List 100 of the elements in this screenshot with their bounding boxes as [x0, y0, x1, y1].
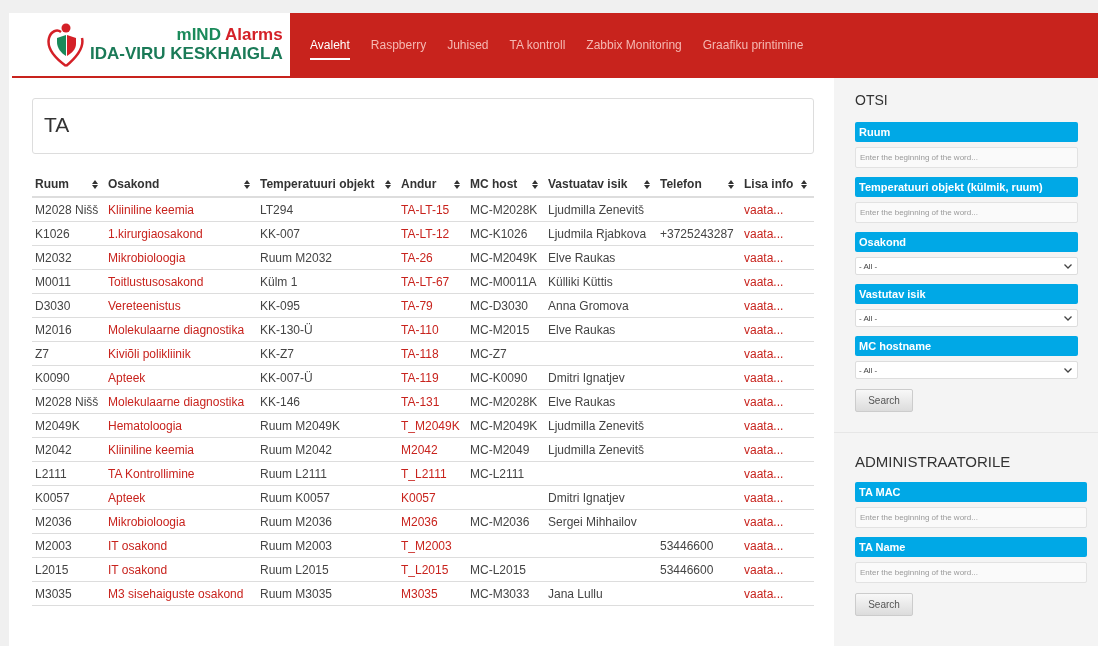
column-header[interactable]: Lisa info [741, 172, 814, 197]
column-header[interactable]: Telefon [657, 172, 741, 197]
table-link[interactable]: M3035 [401, 586, 438, 601]
table-link[interactable]: Kliiniline keemia [108, 202, 195, 217]
table-cell: Ruum L2111 [260, 466, 327, 481]
table-cell: K0090 [35, 370, 70, 385]
table-link[interactable]: Molekulaarne diagnostika [108, 322, 245, 337]
table-link[interactable]: T_M2049K [401, 418, 460, 433]
nav-link[interactable]: Juhised [447, 31, 489, 60]
table-link[interactable]: vaata... [744, 298, 784, 313]
table-link[interactable]: vaata... [744, 322, 784, 337]
table-link[interactable]: vaata... [744, 418, 784, 433]
table-link[interactable]: TA-131 [401, 394, 440, 409]
table-link[interactable]: vaata... [744, 586, 784, 601]
column-header[interactable]: Vastuatav isik [545, 172, 657, 197]
table-link[interactable]: TA-LT-12 [401, 226, 450, 241]
table-cell: MC-L2015 [470, 562, 527, 577]
table-link[interactable]: vaata... [744, 490, 784, 505]
table-cell: Ljudmila Rjabkova [548, 226, 647, 241]
table-cell: M2016 [35, 322, 72, 337]
table-link[interactable]: M2042 [401, 442, 438, 457]
column-header[interactable]: Andur [398, 172, 467, 197]
table-link[interactable]: K0057 [401, 490, 436, 505]
nav-link[interactable]: Avaleht [310, 31, 350, 60]
table-link[interactable]: vaata... [744, 466, 784, 481]
table-cell: +3725243287 [660, 226, 734, 241]
table-cell: Ljudmilla Zenevitš [548, 418, 645, 433]
table-link[interactable]: Mikrobioloogia [108, 250, 186, 265]
table-cell: MC-M2028K [470, 394, 538, 409]
table-link[interactable]: vaata... [744, 442, 784, 457]
table-cell: Ruum M3035 [260, 586, 333, 601]
table-link[interactable]: IT osakond [108, 562, 168, 577]
table-link[interactable]: vaata... [744, 538, 784, 553]
table-link[interactable]: TA-LT-15 [401, 202, 450, 217]
table-cell: M2028 Nišš [35, 394, 99, 409]
table-link[interactable]: vaata... [744, 514, 784, 529]
table-link[interactable]: vaata... [744, 394, 784, 409]
table-link[interactable]: Apteek [108, 370, 146, 385]
table-cell: Elve Raukas [548, 322, 616, 337]
select-dropdown[interactable]: - All - [855, 257, 1078, 275]
table-cell: MC-M0011A [470, 274, 537, 289]
table-link[interactable]: TA-119 [401, 370, 439, 385]
table-link[interactable]: Toitlustusosakond [108, 274, 204, 289]
column-header[interactable]: Osakond [105, 172, 257, 197]
column-header[interactable]: MC host [467, 172, 545, 197]
table-cell: KK-130-Ü [260, 322, 313, 337]
table-link[interactable]: TA-26 [401, 250, 433, 265]
table-link[interactable]: Kliiniline keemia [108, 442, 195, 457]
table-link[interactable]: T_L2111 [401, 466, 447, 481]
table-link[interactable]: TA-118 [401, 346, 439, 361]
search-button[interactable]: Search [855, 389, 913, 412]
table-cell: Ruum M2003 [260, 538, 333, 553]
table-link[interactable]: vaata... [744, 346, 784, 361]
table-link[interactable]: Mikrobioloogia [108, 514, 186, 529]
table-link[interactable]: vaata... [744, 250, 784, 265]
input-field[interactable]: Enter the beginning of the word... [855, 507, 1087, 528]
nav-link[interactable]: Graafiku printimine [702, 31, 804, 60]
column-header[interactable]: Temperatuuri objekt [257, 172, 398, 197]
table-cell: MC-L2111 [470, 466, 525, 481]
table-link[interactable]: M3 sisehaiguste osakond [108, 586, 244, 601]
table-link[interactable]: Hematoloogia [108, 418, 183, 433]
table-link[interactable]: T_L2015 [401, 562, 449, 577]
nav-link[interactable]: Zabbix Monitoring [586, 31, 682, 60]
nav-link[interactable]: TA kontroll [509, 31, 566, 60]
search-button[interactable]: Search [855, 593, 913, 616]
table-cell: Elve Raukas [548, 394, 616, 409]
table-link[interactable]: 1.kirurgiaosakond [108, 226, 203, 241]
table-link[interactable]: TA-LT-67 [401, 274, 450, 289]
table-cell: L2015 [35, 562, 69, 577]
table-link[interactable]: M2036 [401, 514, 438, 529]
input-field[interactable]: Enter the beginning of the word... [855, 147, 1078, 168]
select-dropdown[interactable]: - All - [855, 309, 1078, 327]
select-dropdown[interactable]: - All - [855, 361, 1078, 379]
table-link[interactable]: TA-79 [401, 298, 433, 313]
column-header[interactable]: Ruum [32, 172, 105, 197]
table-cell: MC-M2015 [470, 322, 530, 337]
table-link[interactable]: TA Kontrollimine [108, 466, 195, 481]
table-link[interactable]: vaata... [744, 202, 784, 217]
table-cell: M2003 [35, 538, 72, 553]
chevron-icon [1064, 263, 1072, 269]
table-link[interactable]: IT osakond [108, 538, 168, 553]
table-cell: Külliki Küttis [548, 274, 613, 289]
field-label: MC hostname [855, 336, 1078, 356]
sort-icon [801, 179, 807, 189]
table-link[interactable]: Kiviõli polikliinik [108, 346, 191, 361]
table-cell: Ruum K0057 [260, 490, 331, 505]
table-cell: Jana Lullu [548, 586, 603, 601]
sort-icon [644, 179, 650, 189]
table-link[interactable]: T_M2003 [401, 538, 452, 553]
table-link[interactable]: vaata... [744, 274, 784, 289]
table-link[interactable]: vaata... [744, 370, 784, 385]
nav-link[interactable]: Raspberry [370, 31, 427, 60]
table-link[interactable]: vaata... [744, 226, 784, 241]
table-link[interactable]: TA-110 [401, 322, 439, 337]
input-field[interactable]: Enter the beginning of the word... [855, 562, 1087, 583]
table-link[interactable]: Molekulaarne diagnostika [108, 394, 245, 409]
input-field[interactable]: Enter the beginning of the word... [855, 202, 1078, 223]
table-link[interactable]: vaata... [744, 562, 784, 577]
table-link[interactable]: Apteek [108, 490, 146, 505]
table-link[interactable]: Vereteenistus [108, 298, 181, 313]
